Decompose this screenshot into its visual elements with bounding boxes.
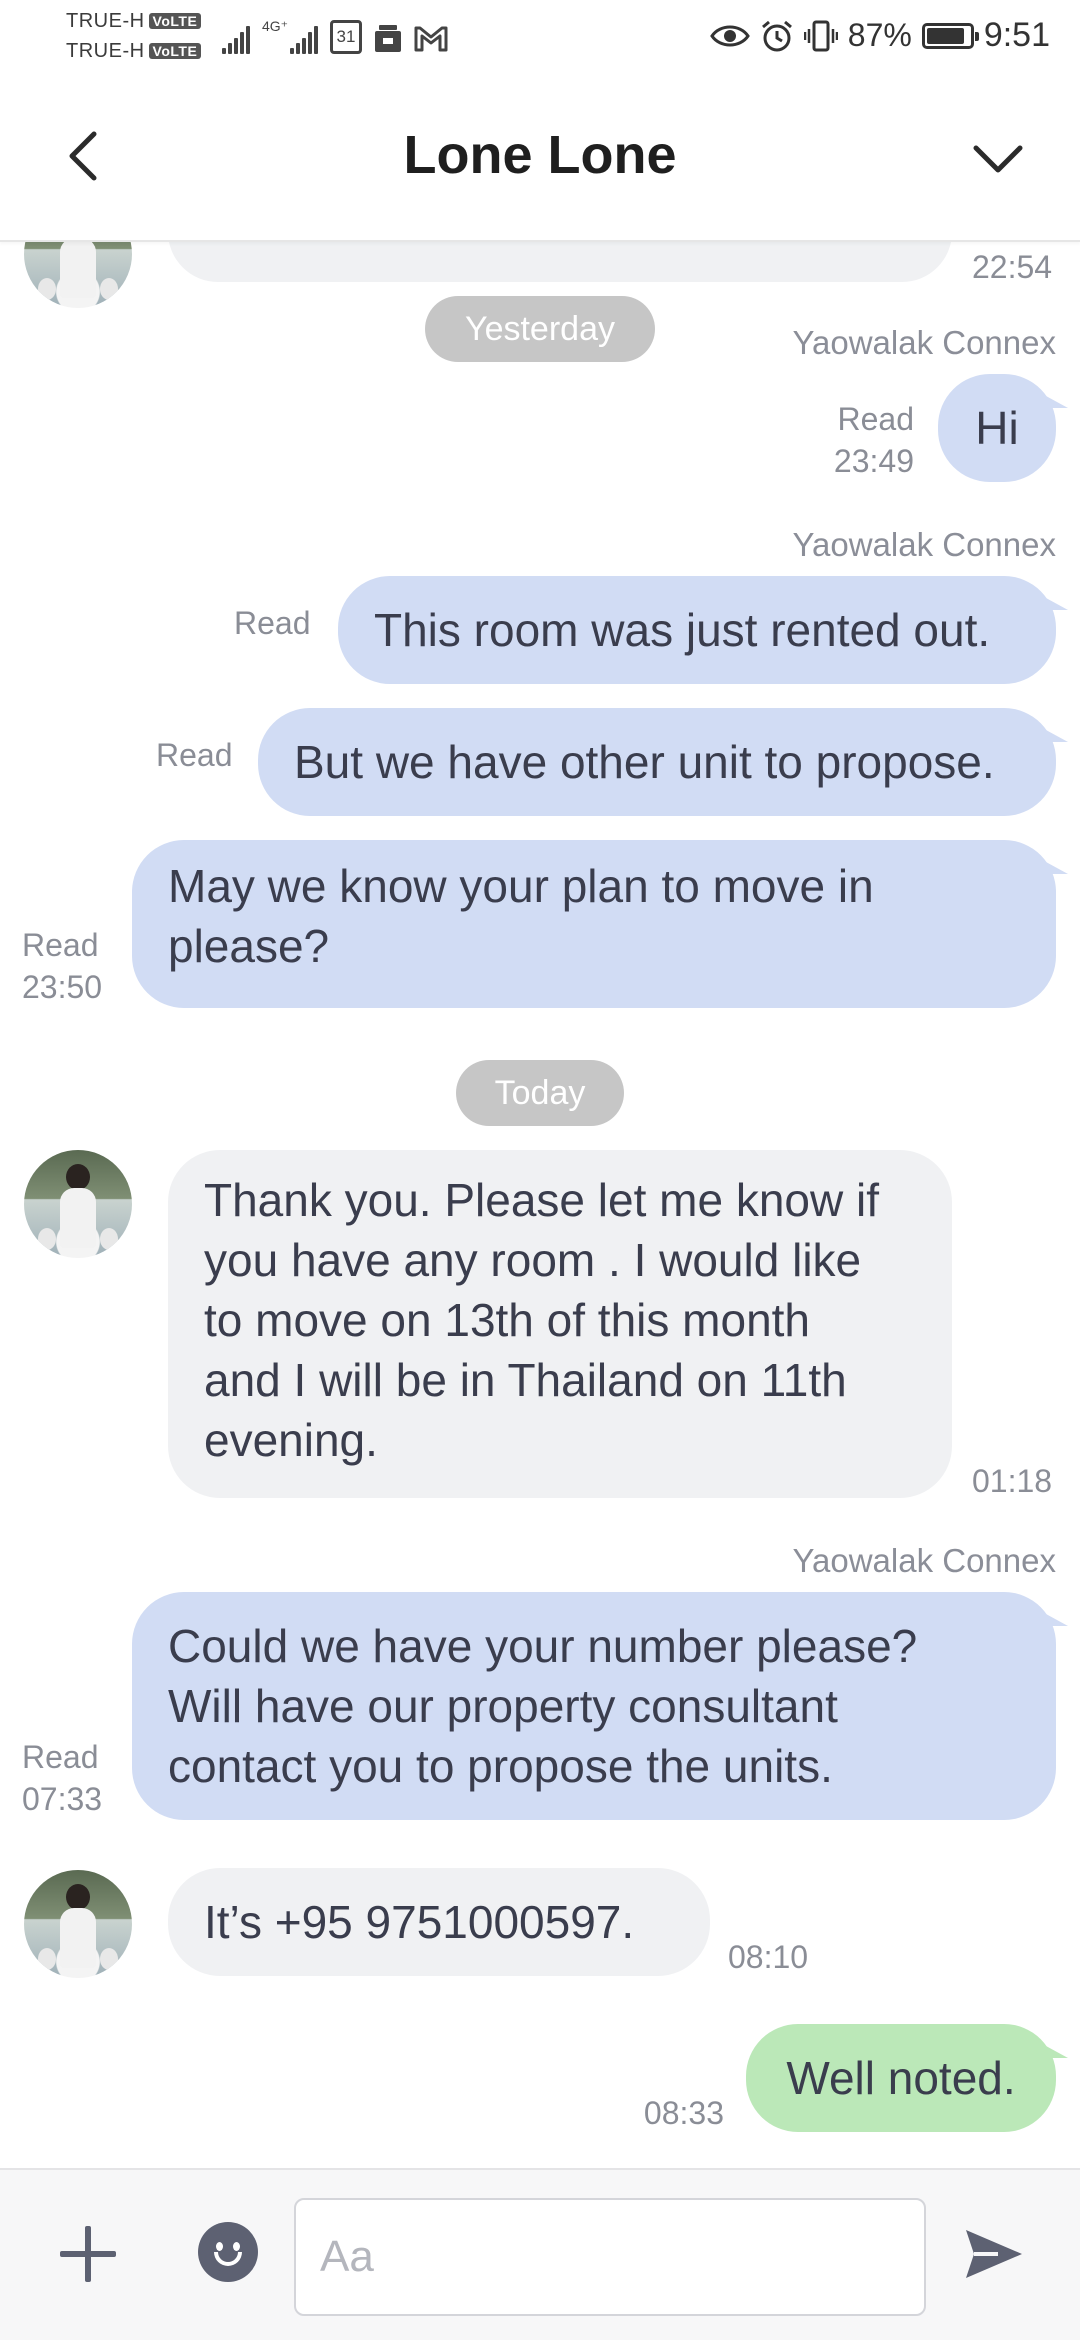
date-separator-today: Today [456,1060,624,1126]
message-bubble-outgoing[interactable]: May we know your plan to move in please? [132,840,1068,1008]
message-bubble-outgoing[interactable]: Hi [938,374,1068,482]
contact-avatar[interactable] [24,242,132,308]
read-receipt: Read [234,605,311,641]
store-icon [372,22,404,59]
message-status: Read 07:33 [22,1736,102,1820]
message-time: 07:33 [22,1781,103,1817]
send-button[interactable] [962,2222,1026,2286]
sender-name: Yaowalak Connex [792,1542,1056,1579]
battery-icon [921,22,979,49]
message-bubble-partial[interactable] [168,242,952,282]
message-time: 08:10 [728,1939,809,1975]
calendar-icon: 31 [330,20,362,54]
message-time: 22:54 [972,249,1053,285]
gmail-icon [414,24,448,57]
message-bubble-outgoing[interactable]: Could we have your number please? Will h… [132,1592,1068,1820]
message-time: 23:49 [833,443,914,479]
signal-4g-icon [290,26,320,54]
read-receipt: Read [22,927,99,963]
input-bar [0,2168,1080,2340]
eye-icon [709,25,750,46]
sender-name: Yaowalak Connex [792,526,1056,563]
sender-name: Yaowalak Connex [792,324,1056,361]
message-input-box[interactable] [294,2198,926,2316]
carrier-1: TRUE-H VoLTE [66,10,202,33]
alarm-icon [761,20,792,51]
message-status: Read 23:49 [830,398,914,482]
battery-percent: 87% [847,17,912,53]
read-receipt: Read [837,401,915,437]
message-status: Read 23:50 [22,924,102,1008]
message-bubble-outgoing[interactable]: This room was just rented out. [338,576,1068,684]
date-separator-yesterday: Yesterday [425,296,655,362]
message-time: 01:18 [972,1463,1053,1499]
read-receipt: Read [156,737,233,773]
send-icon [966,2230,1022,2278]
emoji-icon[interactable] [198,2222,258,2282]
contact-avatar[interactable] [24,1870,132,1978]
status-bar: TRUE-H VoLTE TRUE-H VoLTE 4G⁺ 31 87% 9:51 [0,0,1080,76]
carrier-2: TRUE-H VoLTE [66,40,202,63]
status-right: 87% 9:51 [709,16,1050,55]
network-type: 4G⁺ [262,18,289,34]
message-time: 23:50 [22,969,103,1005]
message-bubble-incoming[interactable]: It’s +95 9751000597. [168,1868,710,1976]
chat-title: Lone Lone [403,125,677,185]
read-receipt: Read [22,1739,99,1775]
message-bubble-outgoing[interactable]: But we have other unit to propose. [258,708,1068,816]
message-bubble-outgoing[interactable]: Well noted. [746,2024,1068,2132]
message-input[interactable] [296,2200,924,2314]
menu-dropdown-button[interactable] [968,130,1028,190]
battery-fill [926,27,964,44]
chevron-down-icon [973,145,1023,173]
clock: 9:51 [983,16,1050,54]
message-list[interactable]: 22:54 Yesterday Yaowalak Connex Read 23:… [0,242,1080,2168]
chat-header: Lone Lone [0,76,1080,242]
message-bubble-incoming[interactable]: Thank you. Please let me know if you hav… [168,1150,952,1498]
contact-avatar[interactable] [24,1150,132,1258]
plus-icon[interactable] [60,2226,116,2282]
message-time: 08:33 [643,2095,724,2131]
signal-icon [222,26,252,54]
vibrate-icon [803,20,838,51]
